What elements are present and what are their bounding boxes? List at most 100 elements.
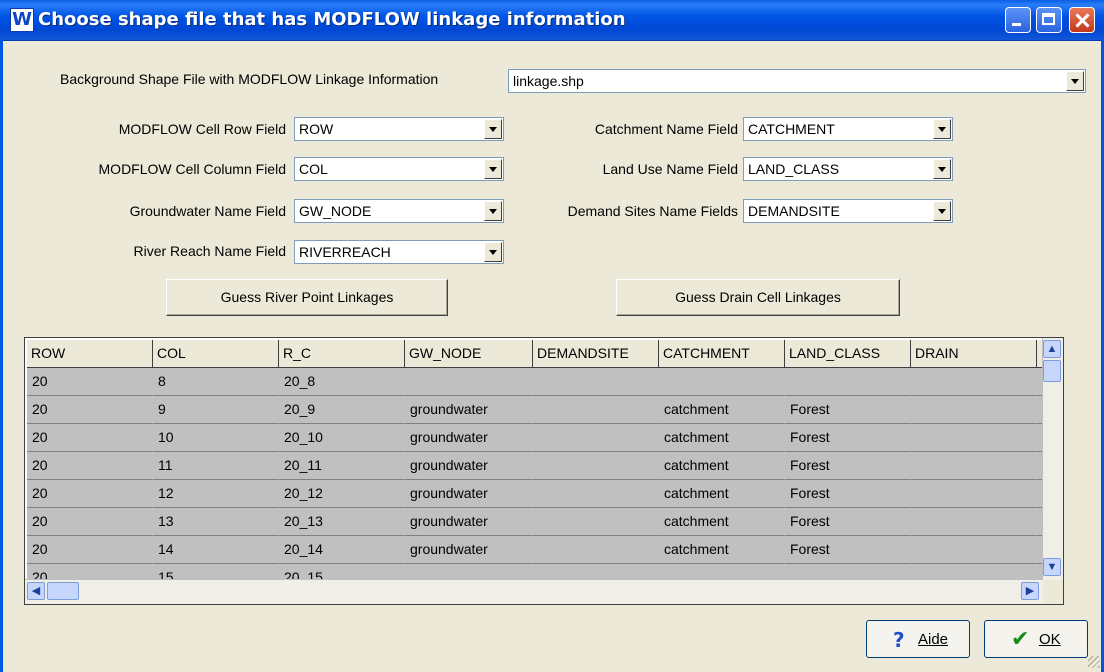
table-cell[interactable]: [911, 536, 1037, 564]
table-cell[interactable]: 20: [27, 368, 153, 396]
table-cell[interactable]: 11: [153, 452, 279, 480]
linkage-table[interactable]: ROW COL R_C GW_NODE DEMANDSITE CATCHMENT LAND_…: [24, 337, 1064, 605]
column-header-land-class[interactable]: LAND_CLASS: [785, 340, 911, 368]
table-cell[interactable]: [533, 508, 659, 536]
landuse-field-label: Land Use Name Field: [602, 161, 738, 177]
table-cell[interactable]: 20_10: [279, 424, 405, 452]
table-cell[interactable]: groundwater: [405, 424, 533, 452]
resize-grip[interactable]: [1088, 656, 1100, 668]
vertical-scrollbar[interactable]: ▲ ▼: [1042, 338, 1063, 580]
table-cell[interactable]: [533, 452, 659, 480]
background-shape-select[interactable]: linkage.shp: [508, 69, 1086, 93]
table-cell[interactable]: [533, 396, 659, 424]
scroll-down-button[interactable]: ▼: [1043, 558, 1061, 576]
table-cell[interactable]: 20: [27, 536, 153, 564]
title-bar[interactable]: W Choose shape file that has MODFLOW lin…: [0, 0, 1104, 41]
table-cell[interactable]: 20_12: [279, 480, 405, 508]
table-cell[interactable]: [533, 424, 659, 452]
minimize-button[interactable]: [1005, 7, 1031, 33]
chevron-down-icon[interactable]: [933, 119, 951, 139]
ok-button[interactable]: ✔ OK: [984, 620, 1088, 658]
horizontal-scroll-thumb[interactable]: [47, 582, 79, 600]
table-cell[interactable]: groundwater: [405, 452, 533, 480]
column-header-row[interactable]: ROW: [27, 340, 153, 368]
landuse-field-select[interactable]: LAND_CLASS: [743, 157, 953, 181]
table-cell[interactable]: groundwater: [405, 396, 533, 424]
chevron-down-icon[interactable]: [484, 119, 502, 139]
maximize-icon: [1037, 8, 1061, 32]
table-cell[interactable]: [911, 508, 1037, 536]
table-cell[interactable]: Forest: [785, 536, 911, 564]
table-cell[interactable]: 12: [153, 480, 279, 508]
chevron-down-icon[interactable]: [484, 159, 502, 179]
table-cell[interactable]: groundwater: [405, 508, 533, 536]
catchment-field-select[interactable]: CATCHMENT: [743, 117, 953, 141]
chevron-down-icon[interactable]: [1066, 71, 1084, 91]
table-cell[interactable]: 20_9: [279, 396, 405, 424]
scroll-up-button[interactable]: ▲: [1043, 340, 1061, 358]
gw-field-select[interactable]: GW_NODE: [294, 199, 504, 223]
table-cell[interactable]: catchment: [659, 536, 785, 564]
table-cell[interactable]: catchment: [659, 396, 785, 424]
table-cell[interactable]: [785, 368, 911, 396]
column-header-drain[interactable]: DRAIN: [911, 340, 1037, 368]
table-cell[interactable]: 13: [153, 508, 279, 536]
table-cell[interactable]: 14: [153, 536, 279, 564]
table-cell[interactable]: 20_8: [279, 368, 405, 396]
table-cell[interactable]: 10: [153, 424, 279, 452]
table-cell[interactable]: 20: [27, 424, 153, 452]
column-header-gw-node[interactable]: GW_NODE: [405, 340, 533, 368]
table-cell[interactable]: 20: [27, 396, 153, 424]
table-cell[interactable]: Forest: [785, 424, 911, 452]
table-cell[interactable]: catchment: [659, 508, 785, 536]
table-cell[interactable]: [911, 396, 1037, 424]
column-header-r-c[interactable]: R_C: [279, 340, 405, 368]
demand-field-select[interactable]: DEMANDSITE: [743, 199, 953, 223]
table-cell[interactable]: 20_14: [279, 536, 405, 564]
column-header-catchment[interactable]: CATCHMENT: [659, 340, 785, 368]
table-cell[interactable]: 20_13: [279, 508, 405, 536]
table-cell[interactable]: Forest: [785, 396, 911, 424]
table-cell[interactable]: 20: [27, 452, 153, 480]
table-cell[interactable]: 8: [153, 368, 279, 396]
table-cell[interactable]: [659, 368, 785, 396]
chevron-down-icon[interactable]: [484, 242, 502, 262]
scroll-right-button[interactable]: ▶: [1021, 582, 1039, 600]
table-cell[interactable]: 20_11: [279, 452, 405, 480]
guess-river-button[interactable]: Guess River Point Linkages: [166, 279, 448, 316]
table-cell[interactable]: [533, 368, 659, 396]
table-cell[interactable]: Forest: [785, 508, 911, 536]
table-cell[interactable]: [911, 368, 1037, 396]
table-cell[interactable]: Forest: [785, 452, 911, 480]
table-cell[interactable]: [405, 368, 533, 396]
row-field-select[interactable]: ROW: [294, 117, 504, 141]
aide-button[interactable]: ? Aide: [866, 620, 970, 658]
table-cell[interactable]: catchment: [659, 424, 785, 452]
scroll-left-button[interactable]: ◀: [27, 582, 45, 600]
table-cell[interactable]: groundwater: [405, 536, 533, 564]
table-cell[interactable]: Forest: [785, 480, 911, 508]
col-field-select[interactable]: COL: [294, 157, 504, 181]
chevron-down-icon[interactable]: [933, 201, 951, 221]
table-cell[interactable]: 20: [27, 508, 153, 536]
chevron-down-icon[interactable]: [484, 201, 502, 221]
table-cell[interactable]: catchment: [659, 480, 785, 508]
table-cell[interactable]: [533, 536, 659, 564]
river-field-select[interactable]: RIVERREACH: [294, 240, 504, 264]
vertical-scroll-thumb[interactable]: [1043, 360, 1061, 382]
table-cell[interactable]: catchment: [659, 452, 785, 480]
close-button[interactable]: [1069, 7, 1095, 33]
horizontal-scrollbar[interactable]: ◀ ▶: [25, 579, 1043, 604]
guess-drain-button[interactable]: Guess Drain Cell Linkages: [616, 279, 900, 316]
column-header-col[interactable]: COL: [153, 340, 279, 368]
table-cell[interactable]: [911, 452, 1037, 480]
chevron-down-icon[interactable]: [933, 159, 951, 179]
table-cell[interactable]: groundwater: [405, 480, 533, 508]
table-cell[interactable]: [911, 480, 1037, 508]
maximize-button[interactable]: [1036, 7, 1062, 33]
table-cell[interactable]: 9: [153, 396, 279, 424]
column-header-demandsite[interactable]: DEMANDSITE: [533, 340, 659, 368]
table-cell[interactable]: 20: [27, 480, 153, 508]
table-cell[interactable]: [533, 480, 659, 508]
table-cell[interactable]: [911, 424, 1037, 452]
